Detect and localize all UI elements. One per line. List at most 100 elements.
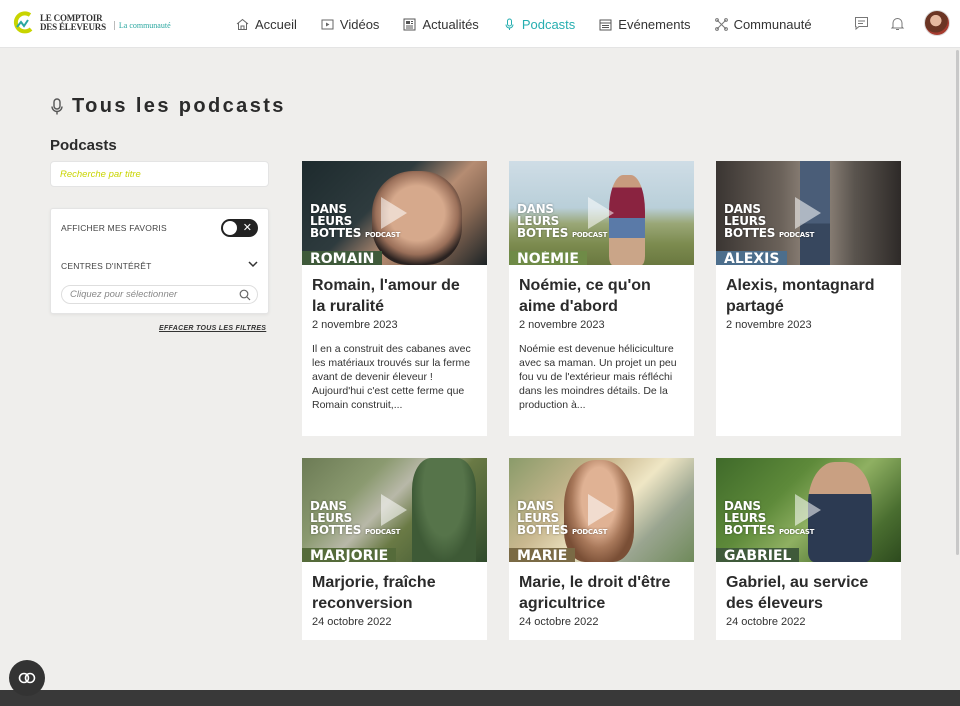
title-search-field[interactable] (50, 161, 269, 187)
footer-bar (0, 690, 960, 706)
card-body: Noémie, ce qu'on aime d'abord 2 novembre… (509, 265, 694, 424)
brand-line-3: BOTTES PODCAST (310, 227, 400, 241)
brand-line-3-text: BOTTES (310, 226, 362, 240)
nav-label-evenements: Evénements (618, 16, 691, 32)
nav-item-evenements[interactable]: Evénements (599, 16, 691, 32)
brand-tag: PODCAST (778, 528, 815, 536)
guest-name-band: GABRIEL (716, 548, 800, 562)
brand-line-3: BOTTES PODCAST (517, 227, 607, 241)
toggle-knob (223, 221, 237, 235)
interests-label: CENTRES D'INTÉRÊT (61, 261, 152, 271)
person-shape (412, 458, 476, 562)
brand-overlay: DANS LEURS BOTTES PODCAST (517, 500, 607, 538)
section-title: Podcasts (50, 137, 117, 154)
nav-item-accueil[interactable]: Accueil (236, 17, 297, 32)
title-search-input[interactable] (60, 168, 259, 180)
brand-line-3: BOTTES PODCAST (724, 227, 814, 241)
guest-name-band: MARIE (509, 548, 576, 562)
podcast-thumbnail[interactable]: DANS LEURS BOTTES PODCAST MARIE (509, 458, 694, 562)
chevron-down-icon[interactable] (248, 259, 258, 269)
podcast-thumbnail[interactable]: DANS LEURS BOTTES PODCAST GABRIEL (716, 458, 901, 562)
podcast-thumbnail[interactable]: DANS LEURS BOTTES PODCAST NOÉMIE (509, 161, 694, 265)
cookie-consent-icon (18, 672, 36, 684)
podcast-card[interactable]: DANS LEURS BOTTES PODCAST MARJORIE Marjo… (302, 458, 487, 640)
brand-tag: PODCAST (364, 528, 401, 536)
podcast-thumbnail[interactable]: DANS LEURS BOTTES PODCAST MARJORIE (302, 458, 487, 562)
brand-tag: PODCAST (364, 231, 401, 239)
card-title[interactable]: Marjorie, fraîche reconversion (312, 572, 477, 614)
interests-select[interactable]: Cliquez pour sélectionner (61, 285, 258, 304)
clear-filters-link[interactable]: EFFACER TOUS LES FILTRES (159, 325, 266, 332)
card-date: 2 novembre 2023 (519, 319, 605, 331)
header-actions (852, 10, 950, 36)
guest-name-band: MARJORIE (302, 548, 397, 562)
card-body: Marjorie, fraîche reconversion 24 octobr… (302, 562, 487, 640)
podcast-card[interactable]: DANS LEURS BOTTES PODCAST MARIE Marie, l… (509, 458, 694, 640)
card-title[interactable]: Marie, le droit d'être agricultrice (519, 572, 684, 614)
page-title-text: Tous les podcasts (72, 95, 286, 117)
news-icon (403, 18, 416, 31)
card-body: Marie, le droit d'être agricultrice 24 o… (509, 562, 694, 640)
guest-name-band: NOÉMIE (509, 251, 587, 265)
brand-line-3: BOTTES PODCAST (724, 524, 814, 538)
brand-line-3-text: BOTTES (724, 226, 776, 240)
logo-text: LE COMPTOIR DES ÉLEVEURS (40, 14, 106, 32)
search-icon (239, 289, 251, 301)
favorites-label: AFFICHER MES FAVORIS (61, 223, 167, 233)
nav-label-actualites: Actualités (422, 16, 479, 32)
card-body: Romain, l'amour de la ruralité 2 novembr… (302, 265, 487, 424)
card-title[interactable]: Alexis, montagnard partagé (726, 275, 891, 317)
brand-overlay: DANS LEURS BOTTES PODCAST (724, 203, 814, 241)
user-avatar[interactable] (924, 10, 950, 36)
nav-label-podcasts: Podcasts (521, 16, 576, 32)
top-header: LE COMPTOIR DES ÉLEVEURS La communauté A… (0, 0, 960, 48)
guest-name-band: ROMAIN (302, 251, 383, 265)
toggle-off-icon: ✕ (242, 222, 252, 234)
card-description: Il en a construit des cabanes avec les m… (312, 343, 471, 411)
nav-item-actualites[interactable]: Actualités (403, 16, 479, 32)
site-logo[interactable]: LE COMPTOIR DES ÉLEVEURS La communauté (12, 10, 171, 36)
video-icon (321, 18, 334, 31)
podcast-card[interactable]: DANS LEURS BOTTES PODCAST ROMAIN Romain,… (302, 161, 487, 436)
podcast-card[interactable]: DANS LEURS BOTTES PODCAST NOÉMIE Noémie,… (509, 161, 694, 436)
card-title[interactable]: Romain, l'amour de la ruralité (312, 275, 477, 317)
card-date: 24 octobre 2022 (312, 616, 392, 628)
card-body: Alexis, montagnard partagé 2 novembre 20… (716, 265, 901, 354)
page-scrollbar-thumb[interactable] (956, 50, 959, 555)
messages-icon[interactable] (852, 14, 870, 32)
cookie-settings-button[interactable] (9, 660, 45, 696)
brand-tag: PODCAST (571, 528, 608, 536)
interests-select-placeholder: Cliquez pour sélectionner (70, 289, 178, 300)
brand-overlay: DANS LEURS BOTTES PODCAST (724, 500, 814, 538)
person-shape (609, 175, 645, 265)
favorites-toggle[interactable]: ✕ (221, 219, 258, 237)
guest-name-band: ALEXIS (716, 251, 788, 265)
card-body: Gabriel, au service des éleveurs 24 octo… (716, 562, 901, 640)
logo-line-2: DES ÉLEVEURS (40, 22, 106, 32)
podcast-card[interactable]: DANS LEURS BOTTES PODCAST ALEXIS Alexis,… (716, 161, 901, 436)
brand-line-3-text: BOTTES (517, 523, 569, 537)
main-nav: Accueil Vidéos Actualités Podcasts Evéne… (236, 0, 812, 48)
logo-subtitle: La communauté (113, 20, 171, 30)
card-date: 24 octobre 2022 (519, 616, 599, 628)
podcast-thumbnail[interactable]: DANS LEURS BOTTES PODCAST ALEXIS (716, 161, 901, 265)
nav-label-videos: Vidéos (339, 16, 380, 32)
podcast-thumbnail[interactable]: DANS LEURS BOTTES PODCAST ROMAIN (302, 161, 487, 265)
card-title[interactable]: Noémie, ce qu'on aime d'abord (519, 275, 684, 317)
notifications-bell-icon[interactable] (888, 14, 906, 32)
microphone-icon (51, 97, 63, 114)
brand-line-3-text: BOTTES (724, 523, 776, 537)
card-title[interactable]: Gabriel, au service des éleveurs (726, 572, 891, 614)
podcast-card[interactable]: DANS LEURS BOTTES PODCAST GABRIEL Gabrie… (716, 458, 901, 640)
nav-label-communaute: Communauté (733, 16, 812, 32)
card-date: 24 octobre 2022 (726, 616, 806, 628)
card-date: 2 novembre 2023 (312, 319, 398, 331)
brand-line-3: BOTTES PODCAST (310, 524, 400, 538)
nav-item-podcasts[interactable]: Podcasts (503, 17, 575, 32)
nav-item-communaute[interactable]: Communauté (714, 16, 812, 32)
brand-line-3-text: BOTTES (310, 523, 362, 537)
nav-item-videos[interactable]: Vidéos (321, 16, 380, 32)
filter-panel: AFFICHER MES FAVORIS ✕ CENTRES D'INTÉRÊT… (50, 208, 269, 314)
card-date: 2 novembre 2023 (726, 319, 812, 331)
brand-overlay: DANS LEURS BOTTES PODCAST (310, 500, 400, 538)
